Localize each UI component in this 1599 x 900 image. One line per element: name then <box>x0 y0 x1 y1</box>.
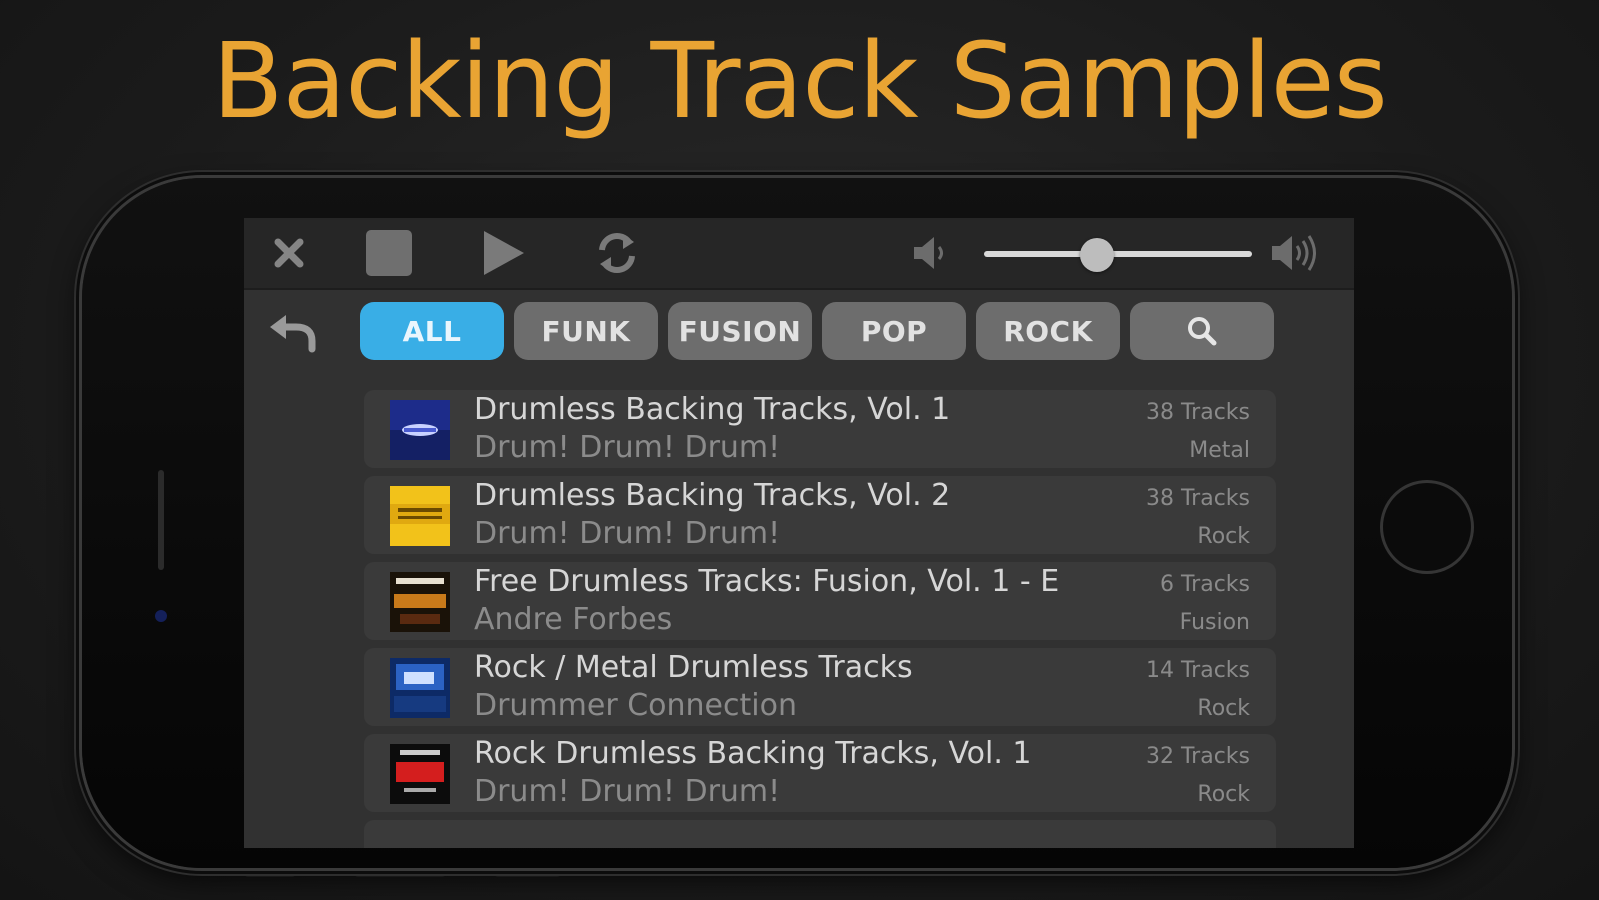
track-genre: Fusion <box>1179 610 1250 635</box>
track-title: Drumless Backing Tracks, Vol. 2 <box>474 478 951 513</box>
track-genre: Rock <box>1197 696 1250 721</box>
genre-filter-bar: ALL FUNK FUSION POP ROCK <box>244 302 1354 362</box>
list-item[interactable]: Rock / Metal Drumless Tracks Drummer Con… <box>364 648 1276 726</box>
track-count: 38 Tracks <box>1145 400 1250 425</box>
filter-chip-pop[interactable]: POP <box>822 302 966 360</box>
track-artist: Drum! Drum! Drum! <box>474 774 781 809</box>
phone-speaker-slot <box>158 470 164 570</box>
list-item[interactable]: Free Drumless Tracks: Fusion, Vol. 1 - E… <box>364 562 1276 640</box>
close-icon[interactable] <box>266 218 312 288</box>
play-icon[interactable] <box>478 218 530 288</box>
back-arrow-icon[interactable] <box>264 306 320 356</box>
list-item[interactable]: Drumless Backing Tracks, Vol. 1 Drum! Dr… <box>364 390 1276 468</box>
track-title: Free Drumless Tracks: Fusion, Vol. 1 - E <box>474 564 1060 599</box>
track-genre: Rock <box>1197 524 1250 549</box>
track-title: Rock / Metal Drumless Tracks <box>474 650 913 685</box>
album-art-thumbnail <box>390 658 450 718</box>
filter-chip-all[interactable]: ALL <box>360 302 504 360</box>
phone-home-button[interactable] <box>1380 480 1474 574</box>
volume-low-icon <box>908 218 952 288</box>
phone-edge-detail <box>495 872 560 877</box>
phone-side-button <box>350 170 440 175</box>
page-headline: Backing Track Samples <box>212 20 1388 142</box>
filter-chip-funk[interactable]: FUNK <box>514 302 658 360</box>
track-count: 14 Tracks <box>1145 658 1250 683</box>
track-count: 6 Tracks <box>1159 572 1250 597</box>
track-title: Rock Drumless Backing Tracks, Vol. 1 <box>474 736 1032 771</box>
album-art-thumbnail <box>390 486 450 546</box>
track-artist: Andre Forbes <box>474 602 673 637</box>
phone-edge-detail <box>245 872 295 877</box>
volume-slider-knob[interactable] <box>1079 238 1114 272</box>
track-genre: Metal <box>1189 438 1250 463</box>
repeat-icon[interactable] <box>590 218 644 288</box>
track-list: Drumless Backing Tracks, Vol. 1 Drum! Dr… <box>364 390 1276 848</box>
transport-toolbar <box>244 218 1354 290</box>
track-count: 32 Tracks <box>1145 744 1250 769</box>
track-artist: Drummer Connection <box>474 688 797 723</box>
search-button[interactable] <box>1130 302 1274 360</box>
album-art-thumbnail <box>390 744 450 804</box>
stop-icon[interactable] <box>364 218 414 288</box>
track-title: Drumless Backing Tracks, Vol. 1 <box>474 392 951 427</box>
track-count: 38 Tracks <box>1145 486 1250 511</box>
volume-high-icon <box>1266 218 1324 288</box>
filter-chip-fusion[interactable]: FUSION <box>668 302 812 360</box>
track-artist: Drum! Drum! Drum! <box>474 516 781 551</box>
track-artist: Drum! Drum! Drum! <box>474 430 781 465</box>
phone-camera-dot <box>155 610 167 622</box>
album-art-thumbnail <box>390 400 450 460</box>
volume-slider-track[interactable] <box>984 251 1252 257</box>
list-item-partial[interactable] <box>364 820 1276 848</box>
phone-edge-detail <box>355 872 445 877</box>
album-art-thumbnail <box>390 572 450 632</box>
filter-chip-rock[interactable]: ROCK <box>976 302 1120 360</box>
list-item[interactable]: Drumless Backing Tracks, Vol. 2 Drum! Dr… <box>364 476 1276 554</box>
app-screen: ALL FUNK FUSION POP ROCK Drumless Backin… <box>244 218 1354 848</box>
list-item[interactable]: Rock Drumless Backing Tracks, Vol. 1 Dru… <box>364 734 1276 812</box>
search-icon <box>1188 317 1217 346</box>
track-genre: Rock <box>1197 782 1250 807</box>
